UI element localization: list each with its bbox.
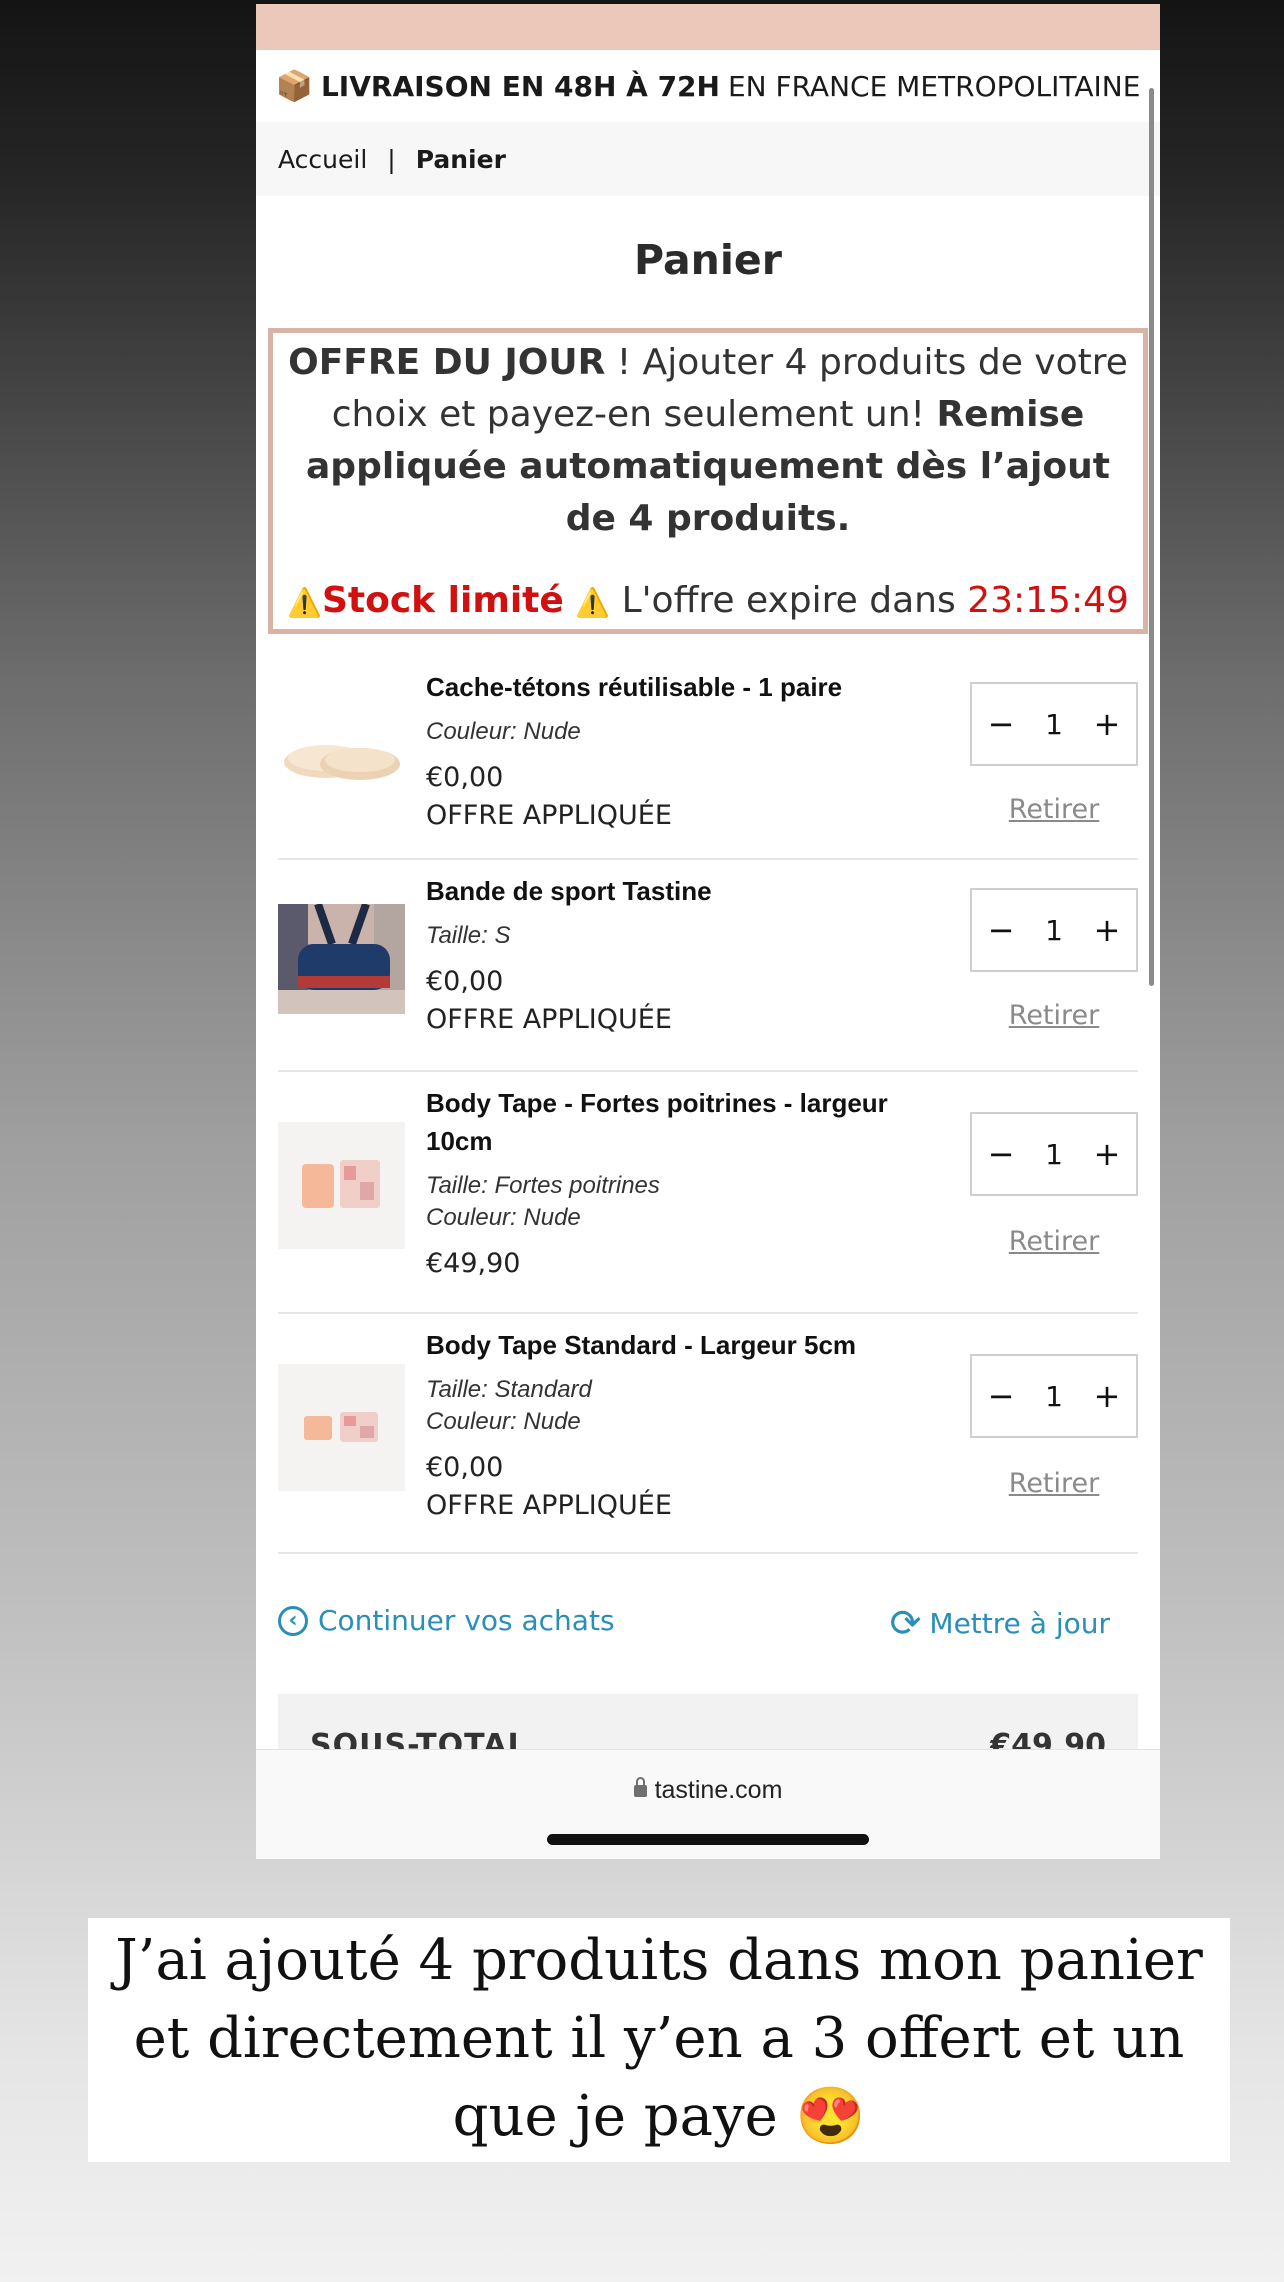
quantity-stepper: − 1 + xyxy=(970,888,1138,972)
package-icon: 📦 xyxy=(275,68,313,104)
quantity-value[interactable]: 1 xyxy=(1045,914,1063,947)
breadcrumb: Accueil | Panier xyxy=(256,122,1160,196)
product-price: €0,00 xyxy=(426,966,504,997)
heart-eyes-emoji-icon: 😍 xyxy=(795,2084,866,2149)
increase-quantity-button[interactable]: + xyxy=(1092,911,1122,949)
lock-icon xyxy=(633,1777,647,1798)
url-text: tastine.com xyxy=(654,1776,783,1804)
update-cart-label: Mettre à jour xyxy=(929,1606,1110,1640)
offer-banner: OFFRE DU JOUR ! Ajouter 4 produits de vo… xyxy=(268,328,1148,634)
product-name[interactable]: Bande de sport Tastine xyxy=(426,872,926,910)
breadcrumb-home-link[interactable]: Accueil xyxy=(278,145,367,174)
product-name[interactable]: Body Tape - Fortes poitrines - largeur 1… xyxy=(426,1084,926,1160)
browser-address-bar[interactable]: tastine.com xyxy=(256,1749,1160,1859)
product-thumbnail[interactable] xyxy=(278,692,405,819)
quantity-stepper: − 1 + xyxy=(970,1112,1138,1196)
increase-quantity-button[interactable]: + xyxy=(1092,705,1122,743)
product-variant: Taille: Fortes poitrines xyxy=(426,1172,660,1199)
breadcrumb-separator: | xyxy=(387,144,396,174)
decrease-quantity-button[interactable]: − xyxy=(986,705,1016,743)
product-thumbnail[interactable] xyxy=(278,1364,405,1491)
story-caption: J’ai ajouté 4 produits dans mon panier e… xyxy=(88,1918,1230,2162)
product-name[interactable]: Body Tape Standard - Largeur 5cm xyxy=(426,1326,926,1364)
offer-lead-bold: OFFRE DU JOUR xyxy=(288,342,606,383)
decrease-quantity-button[interactable]: − xyxy=(986,1377,1016,1415)
increase-quantity-button[interactable]: + xyxy=(1092,1377,1122,1415)
cart-item: Bande de sport Tastine Taille: S €0,00 O… xyxy=(278,860,1138,1072)
page-title: Panier xyxy=(634,236,782,284)
offer-stock-line: ⚠️Stock limité ⚠️ L'offre expire dans 23… xyxy=(285,577,1131,627)
shipping-text: EN FRANCE METROPOLITAINE xyxy=(727,69,1141,103)
offer-applied-label: OFFRE APPLIQUÉE xyxy=(426,1490,672,1521)
product-thumbnail[interactable] xyxy=(278,1122,405,1249)
shipping-bold-text: LIVRAISON EN 48H À 72H xyxy=(320,69,720,103)
cart-item: Body Tape Standard - Largeur 5cm Taille:… xyxy=(278,1314,1138,1554)
chevron-left-circle-icon: ‹ xyxy=(278,1605,308,1636)
continue-shopping-link[interactable]: ‹ Continuer vos achats xyxy=(278,1604,615,1637)
update-cart-link[interactable]: ⟳ Mettre à jour xyxy=(890,1604,1110,1642)
stock-limited-label: Stock limité xyxy=(321,580,564,621)
increase-quantity-button[interactable]: + xyxy=(1092,1135,1122,1173)
product-price: €0,00 xyxy=(426,1452,504,1483)
product-variant: Taille: Standard xyxy=(426,1376,592,1403)
decrease-quantity-button[interactable]: − xyxy=(986,911,1016,949)
warning-icon: ⚠️ xyxy=(287,586,322,619)
decrease-quantity-button[interactable]: − xyxy=(986,1135,1016,1173)
quantity-stepper: − 1 + xyxy=(970,682,1138,766)
quantity-stepper: − 1 + xyxy=(970,1354,1138,1438)
caption-text: J’ai ajouté 4 produits dans mon panier e… xyxy=(115,1928,1203,2149)
cart-item: Body Tape - Fortes poitrines - largeur 1… xyxy=(278,1072,1138,1314)
countdown-timer: 23:15:49 xyxy=(967,580,1129,621)
expires-label: L'offre expire dans xyxy=(621,580,956,621)
cart-item: Cache-tétons réutilisable - 1 paire Coul… xyxy=(278,652,1138,860)
quantity-value[interactable]: 1 xyxy=(1045,708,1063,741)
continue-shopping-label: Continuer vos achats xyxy=(318,1604,615,1637)
shipping-banner: 📦 LIVRAISON EN 48H À 72H EN FRANCE METRO… xyxy=(256,50,1160,122)
refresh-icon: ⟳ xyxy=(889,1601,922,1645)
product-thumbnail[interactable] xyxy=(278,904,405,1014)
product-variant: Couleur: Nude xyxy=(426,1408,581,1435)
product-variant: Couleur: Nude xyxy=(426,1204,581,1231)
remove-item-link[interactable]: Retirer xyxy=(970,1226,1138,1257)
scrollbar[interactable] xyxy=(1149,88,1154,986)
phone-screen: 📦 LIVRAISON EN 48H À 72H EN FRANCE METRO… xyxy=(256,4,1160,1859)
url-display[interactable]: tastine.com xyxy=(256,1776,1160,1805)
remove-item-link[interactable]: Retirer xyxy=(970,1468,1138,1499)
warning-icon: ⚠️ xyxy=(575,586,611,619)
quantity-value[interactable]: 1 xyxy=(1045,1138,1063,1171)
home-indicator[interactable] xyxy=(547,1834,869,1845)
product-price: €0,00 xyxy=(426,762,504,793)
quantity-value[interactable]: 1 xyxy=(1045,1380,1063,1413)
cart-actions: ‹ Continuer vos achats ⟳ Mettre à jour xyxy=(278,1604,1138,1644)
product-variant: Taille: S xyxy=(426,922,511,949)
offer-applied-label: OFFRE APPLIQUÉE xyxy=(426,800,672,831)
product-name[interactable]: Cache-tétons réutilisable - 1 paire xyxy=(426,668,926,706)
breadcrumb-current: Panier xyxy=(415,144,506,174)
product-price: €49,90 xyxy=(426,1248,521,1279)
remove-item-link[interactable]: Retirer xyxy=(970,1000,1138,1031)
remove-item-link[interactable]: Retirer xyxy=(970,794,1138,825)
offer-applied-label: OFFRE APPLIQUÉE xyxy=(426,1004,672,1035)
top-banner xyxy=(256,4,1160,50)
offer-text: OFFRE DU JOUR ! Ajouter 4 produits de vo… xyxy=(285,337,1131,545)
product-variant: Couleur: Nude xyxy=(426,718,581,745)
